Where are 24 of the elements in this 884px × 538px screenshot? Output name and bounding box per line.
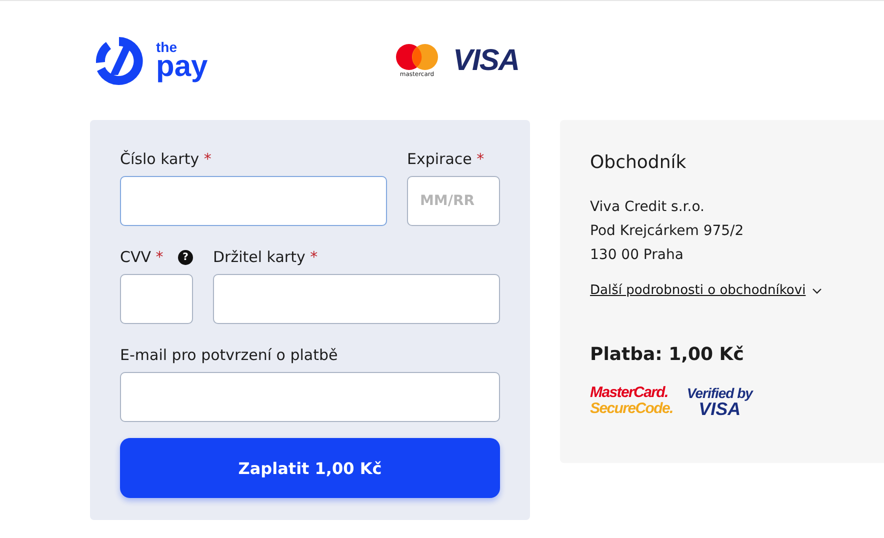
input-field[interactable] [213, 274, 500, 324]
pay-button[interactable]: Zaplatit 1,00 Kč [120, 438, 500, 498]
merchant-address-line: Pod Krejcárkem 975/2 [590, 222, 745, 241]
field-label: Číslo karty * [120, 150, 212, 168]
merchant-details-link[interactable]: Další podrobnosti o obchodníkovi [590, 283, 806, 298]
merchant-title: Obchodník [590, 152, 688, 173]
brand-logo: the pay [156, 40, 208, 80]
chevron-icon[interactable] [812, 288, 822, 294]
merchant-address-line: Viva Credit s.r.o. [590, 198, 706, 217]
mastercard-securecode-logo: MasterCard. SecureCode. [590, 385, 673, 417]
mastercard-logo-icon [395, 43, 439, 71]
input-field[interactable]: MM/RR [407, 176, 500, 226]
payment-amount: Platba: 1,00 Kč [590, 344, 745, 365]
input-field[interactable] [120, 274, 193, 324]
visa-logo: VISA [453, 44, 520, 78]
merchant-address-line: 130 00 Praha [590, 246, 684, 265]
help-icon[interactable]: ? [178, 250, 193, 264]
field-label: CVV * [120, 248, 164, 266]
verified-by-visa-logo: Verified by VISA [686, 385, 752, 417]
field-label: E-mail pro potvrzení o platbě [120, 346, 338, 364]
field-label: Držitel karty * [213, 248, 318, 266]
input-field[interactable] [120, 372, 500, 422]
field-label: Expirace * [407, 150, 484, 168]
input-field[interactable] [120, 176, 387, 226]
